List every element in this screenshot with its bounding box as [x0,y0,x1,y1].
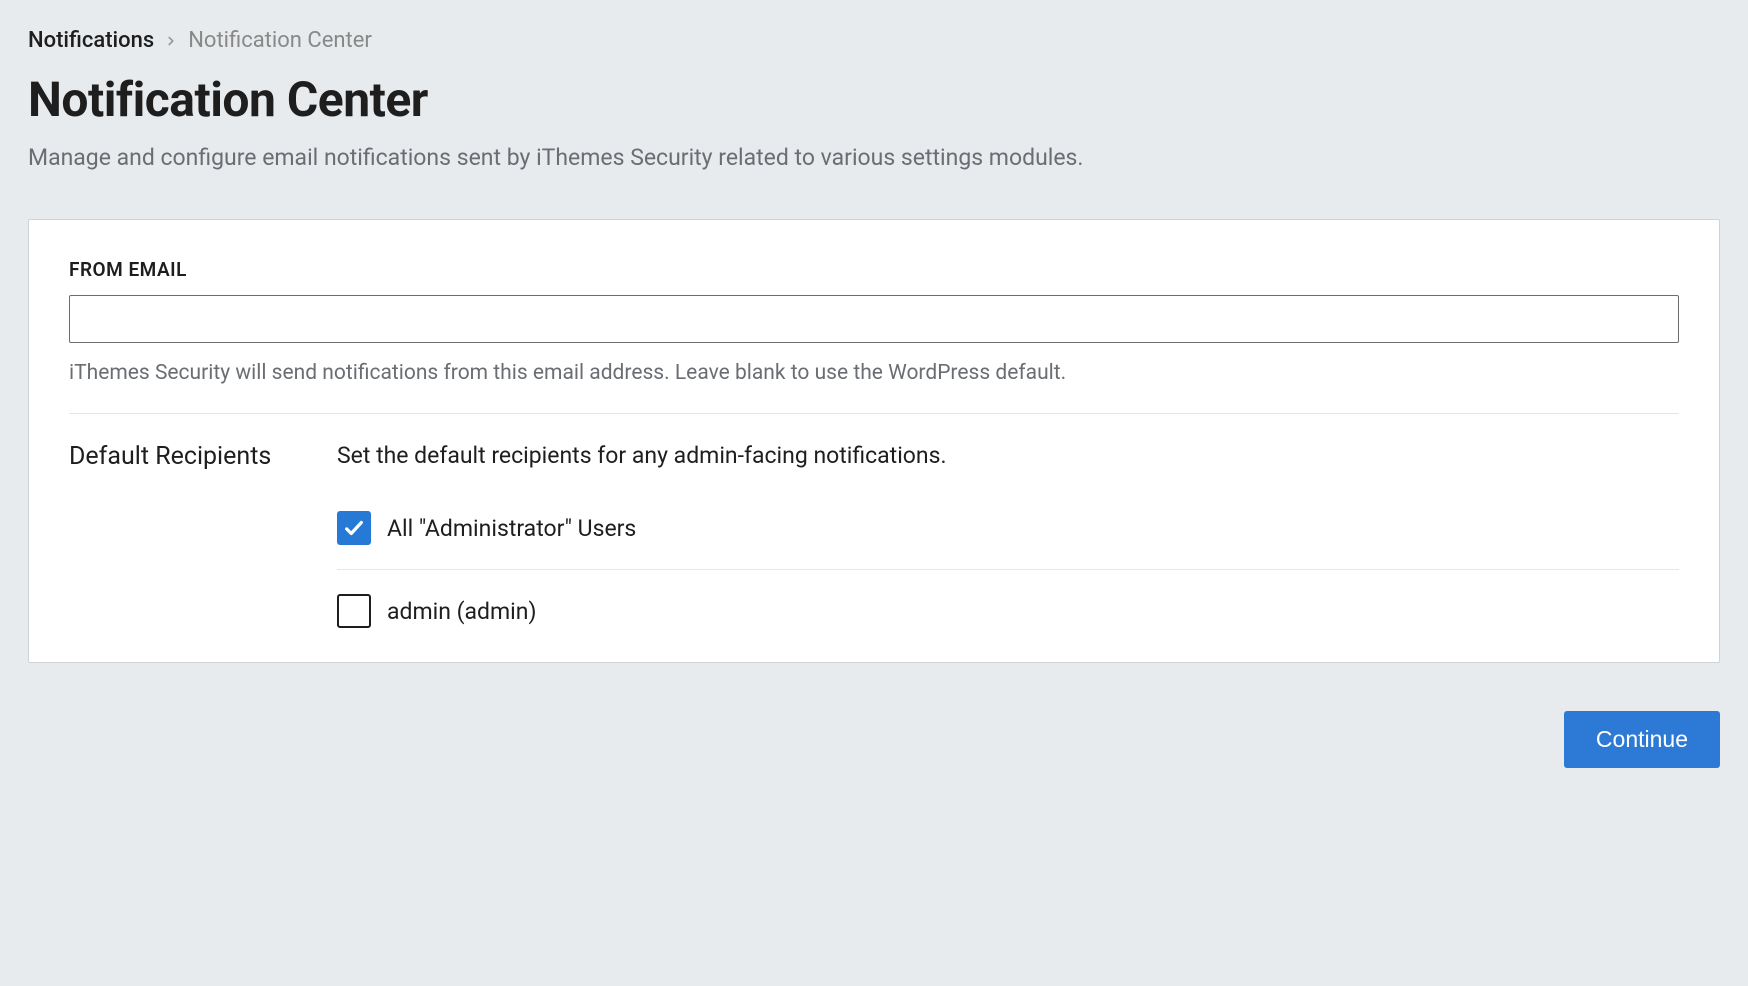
divider [337,569,1679,570]
from-email-help: iThemes Security will send notifications… [69,361,1679,385]
checkbox-admin-user[interactable] [337,594,371,628]
recipients-heading: Default Recipients [69,442,337,471]
breadcrumb-current: Notification Center [188,28,372,53]
checkbox-row-admin-user[interactable]: admin (admin) [337,580,1679,642]
from-email-label: FROM EMAIL [69,258,1679,281]
checkbox-label-all-admins: All "Administrator" Users [387,515,636,542]
recipients-section: Default Recipients Set the default recip… [69,414,1679,642]
page-description: Manage and configure email notifications… [28,144,1720,171]
check-icon [343,517,365,539]
checkbox-row-all-admins[interactable]: All "Administrator" Users [337,497,1679,559]
breadcrumb: Notifications Notification Center [28,28,1720,53]
settings-card: FROM EMAIL iThemes Security will send no… [28,219,1720,663]
breadcrumb-parent-link[interactable]: Notifications [28,28,154,53]
chevron-right-icon [164,34,178,48]
page-title: Notification Center [28,71,1720,128]
checkbox-all-admins[interactable] [337,511,371,545]
checkbox-label-admin-user: admin (admin) [387,598,536,625]
footer: Continue [28,711,1720,768]
continue-button[interactable]: Continue [1564,711,1720,768]
recipients-description: Set the default recipients for any admin… [337,442,1679,469]
from-email-input[interactable] [69,295,1679,343]
